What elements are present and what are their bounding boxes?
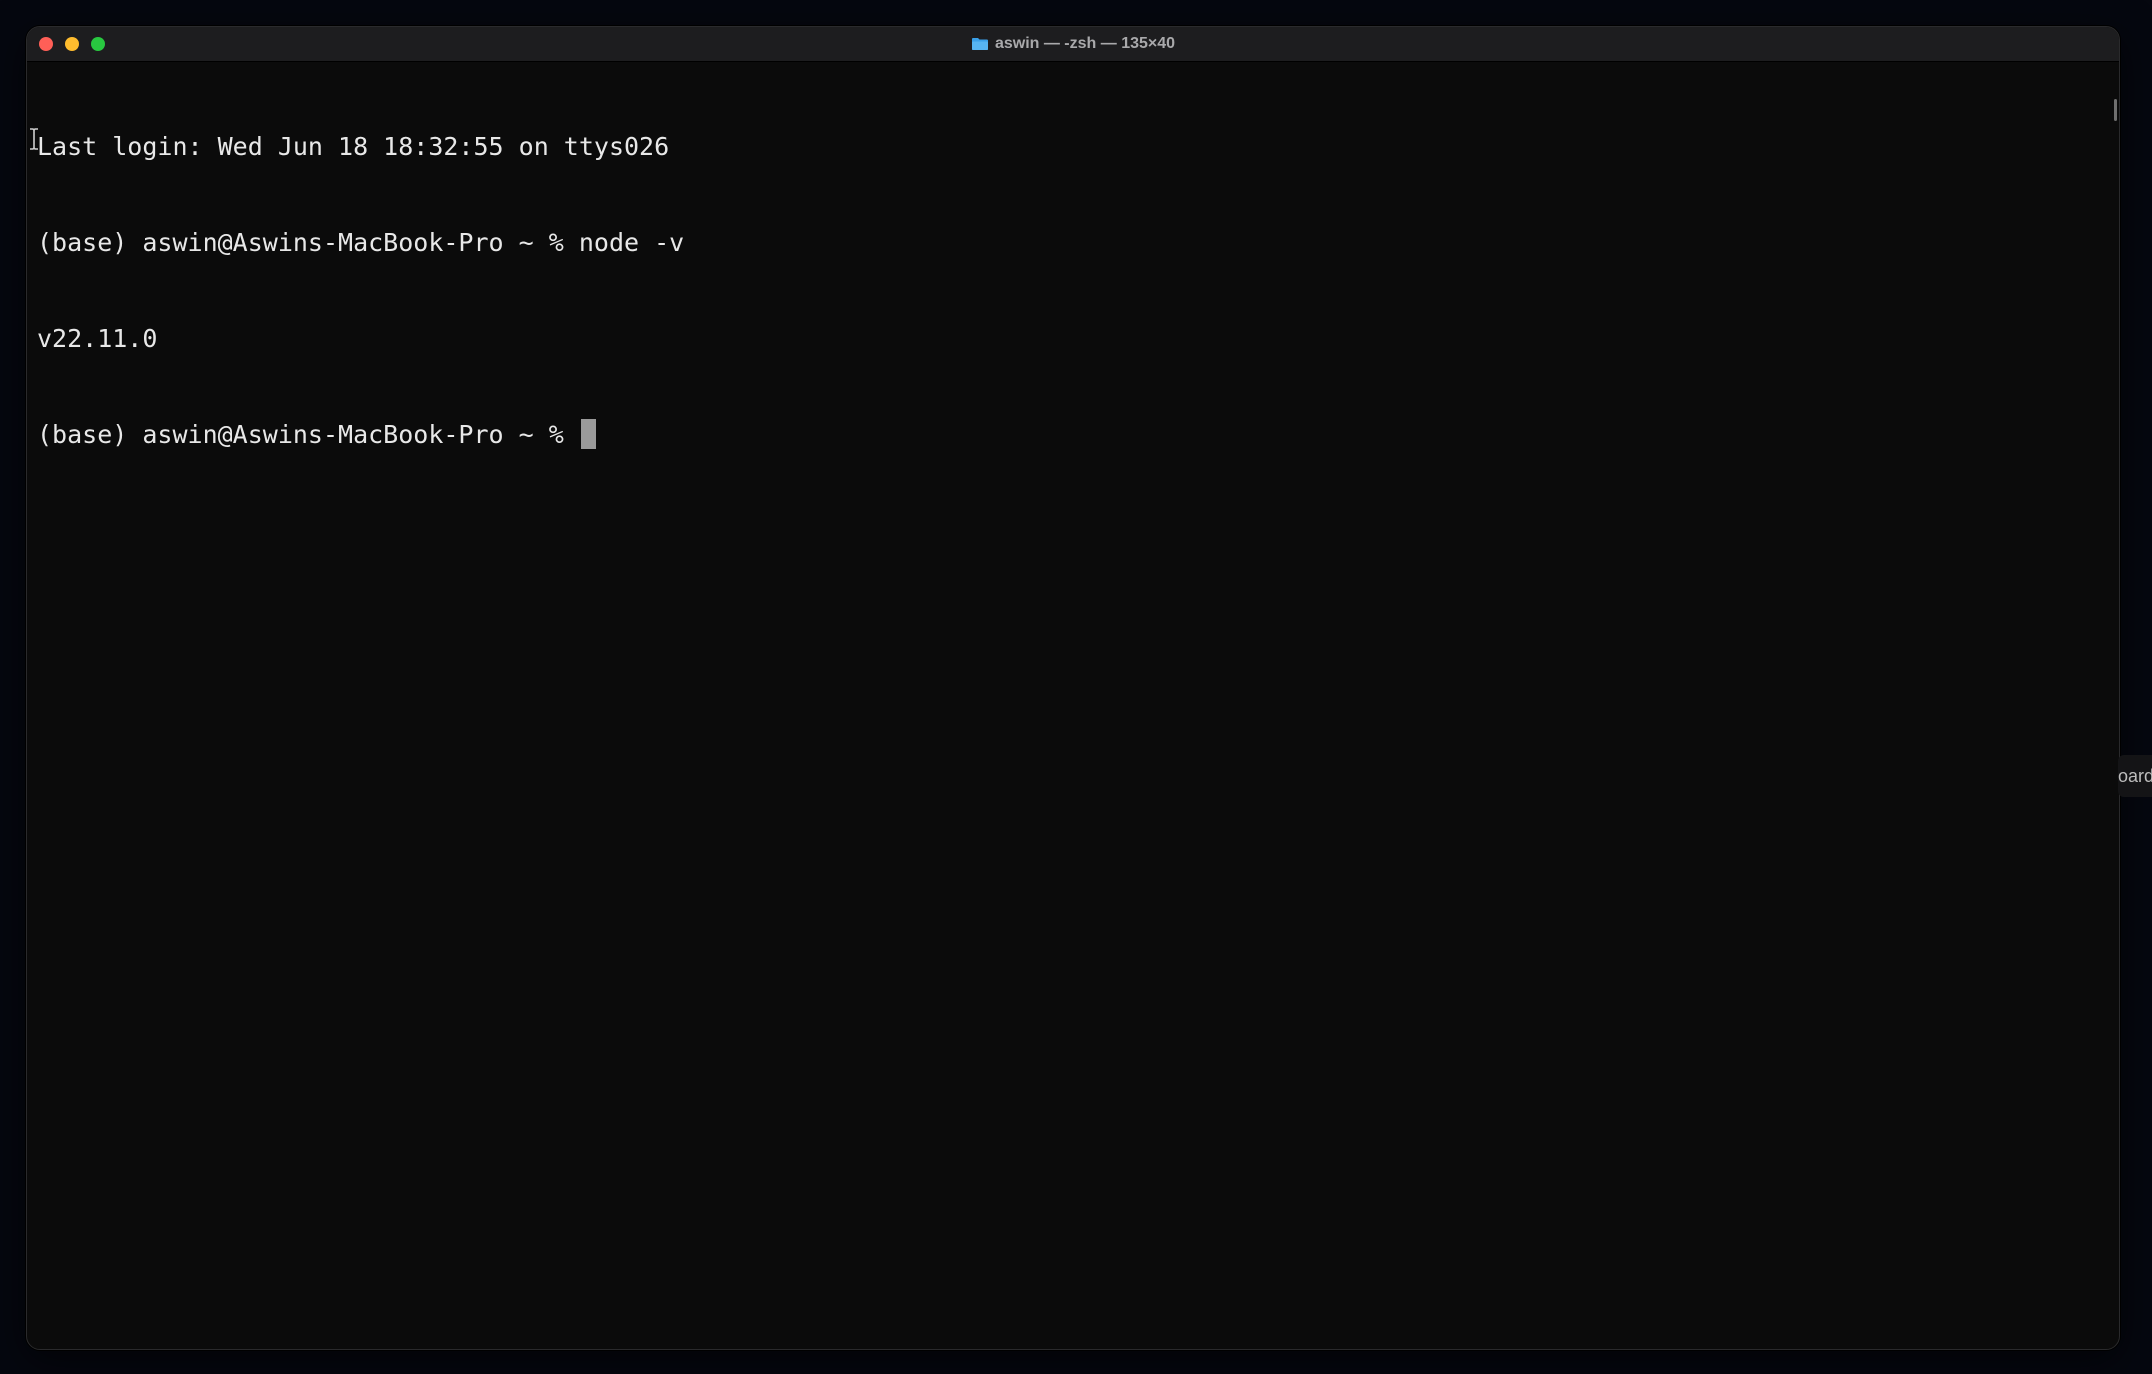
edge-tab-label: oard <box>2118 766 2152 786</box>
terminal-output[interactable]: Last login: Wed Jun 18 18:32:55 on ttys0… <box>31 61 2119 1349</box>
text-cursor <box>580 419 596 449</box>
ibeam-cursor-icon <box>30 128 38 150</box>
terminal-line: Last login: Wed Jun 18 18:32:55 on ttys0… <box>37 132 670 161</box>
terminal-window[interactable]: aswin — -zsh — 135×40 Last login: Wed Ju… <box>26 26 2120 1350</box>
folder-icon <box>971 37 989 51</box>
prompt-line[interactable]: (base) aswin@Aswins-MacBook-Pro ~ % <box>37 419 2113 451</box>
terminal-line: v22.11.0 <box>37 324 158 353</box>
scrollbar[interactable] <box>2114 99 2117 121</box>
edge-tab[interactable]: oard <box>2118 755 2152 797</box>
desktop: aswin — -zsh — 135×40 Last login: Wed Ju… <box>0 0 2152 1374</box>
window-title: aswin — -zsh — 135×40 <box>27 27 2119 61</box>
window-title-text: aswin — -zsh — 135×40 <box>994 35 1176 52</box>
title-bar[interactable]: aswin — -zsh — 135×40 <box>27 27 2119 62</box>
terminal-line: (base) aswin@Aswins-MacBook-Pro ~ % node… <box>37 228 685 257</box>
prompt-text: (base) aswin@Aswins-MacBook-Pro ~ % <box>37 420 579 449</box>
